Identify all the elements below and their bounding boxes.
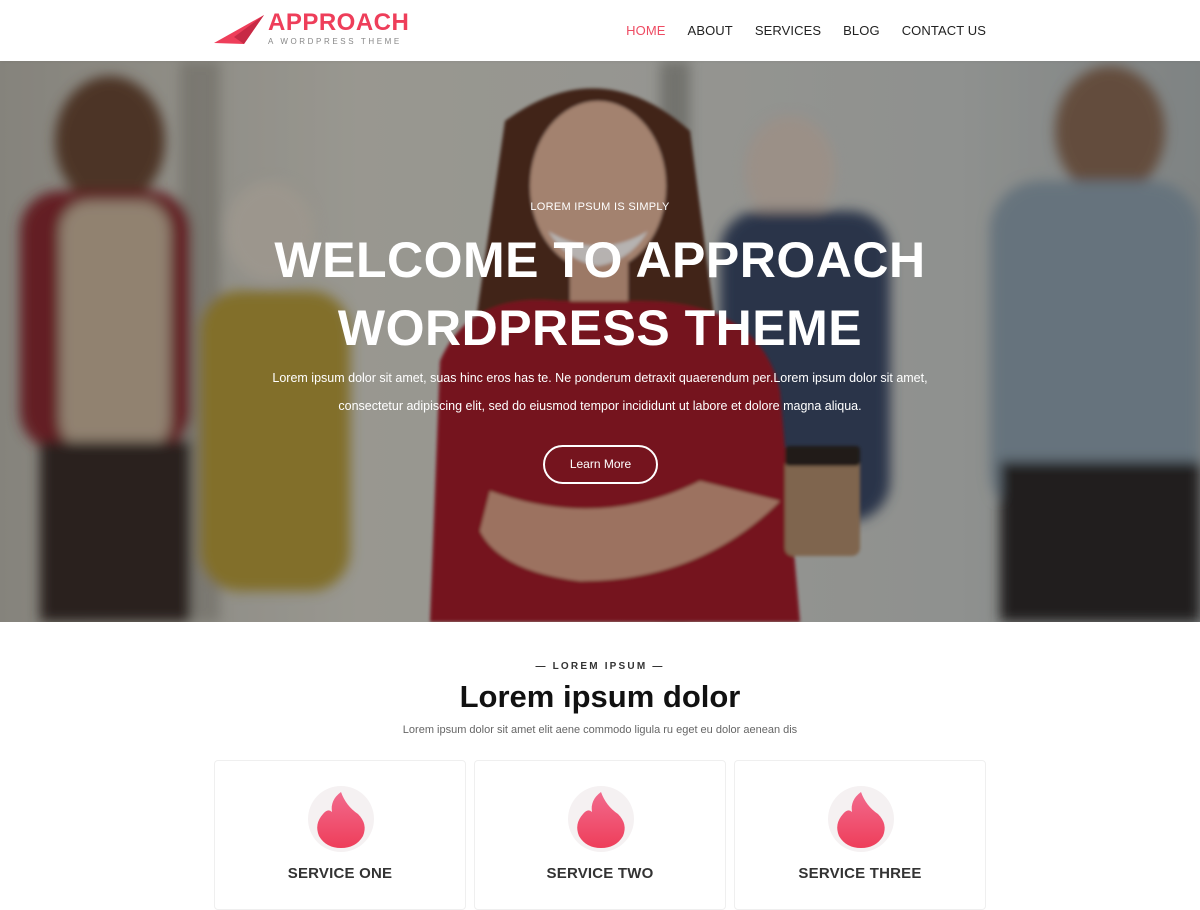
service-card[interactable]: SERVICE TWO bbox=[474, 760, 726, 910]
service-title: SERVICE ONE bbox=[287, 865, 393, 882]
nav-item-home[interactable]: HOME bbox=[615, 21, 676, 41]
hero-title: WELCOME TO APPROACH WORDPRESS THEME bbox=[274, 232, 926, 356]
flame-icon bbox=[308, 786, 374, 852]
section-kicker: — LOREM IPSUM — bbox=[535, 661, 665, 672]
service-title: SERVICE THREE bbox=[798, 865, 922, 882]
hero-kicker: LOREM IPSUM IS SIMPLY bbox=[530, 201, 670, 213]
section-title: Lorem ipsum dolor bbox=[459, 679, 741, 714]
learn-more-button[interactable]: Learn More bbox=[543, 445, 658, 484]
service-card[interactable]: SERVICE THREE bbox=[734, 760, 986, 910]
nav-item-contact[interactable]: CONTACT US bbox=[891, 21, 986, 41]
paper-plane-icon bbox=[214, 15, 264, 44]
nav-item-blog[interactable]: BLOG bbox=[832, 21, 891, 41]
flame-icon bbox=[568, 786, 634, 852]
hero-content: LOREM IPSUM IS SIMPLY WELCOME TO APPROAC… bbox=[0, 61, 1200, 622]
logo-tagline: A WORDPRESS THEME bbox=[268, 37, 402, 46]
site-logo[interactable]: APPROACH A WORDPRESS THEME bbox=[214, 10, 409, 50]
hero-banner: LOREM IPSUM IS SIMPLY WELCOME TO APPROAC… bbox=[0, 61, 1200, 622]
flame-icon bbox=[828, 786, 894, 852]
main-nav: HOME ABOUT SERVICES BLOG CONTACT US bbox=[615, 0, 986, 61]
section-subtitle: Lorem ipsum dolor sit amet elit aene com… bbox=[402, 724, 798, 736]
nav-item-about[interactable]: ABOUT bbox=[677, 21, 744, 41]
nav-item-services[interactable]: SERVICES bbox=[744, 21, 832, 41]
service-card[interactable]: SERVICE ONE bbox=[214, 760, 466, 910]
logo-text: APPROACH bbox=[268, 9, 410, 36]
service-title: SERVICE TWO bbox=[546, 865, 654, 882]
site-header: APPROACH A WORDPRESS THEME HOME ABOUT SE… bbox=[0, 0, 1200, 61]
hero-description: Lorem ipsum dolor sit amet, suas hinc er… bbox=[272, 371, 928, 413]
